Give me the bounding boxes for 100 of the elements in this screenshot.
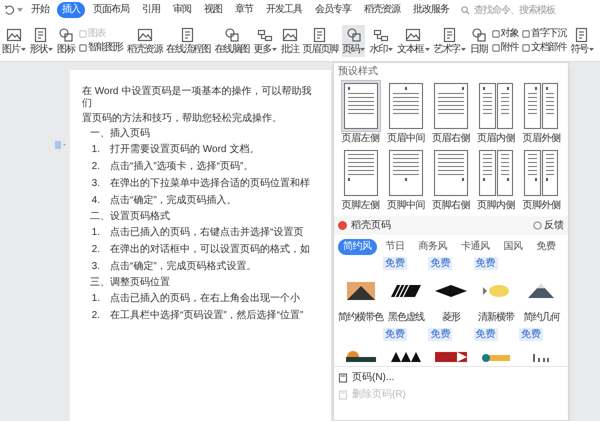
free-badge: 免费 [474, 257, 498, 270]
toolbar-icon [405, 26, 422, 42]
page-number-art-icon [533, 354, 550, 362]
menu-tab[interactable]: 插入 [57, 2, 85, 18]
list-item-text: 打开需要设置页码的 Word 文档。 [110, 144, 260, 156]
list-number: 1. [90, 293, 100, 305]
ribbon-small-button[interactable]: 附件 [492, 42, 518, 52]
undo-icon[interactable] [4, 5, 14, 15]
ribbon-button[interactable]: 图标 [57, 24, 75, 56]
list-number: 3. [90, 178, 100, 190]
template-label: 黑色虚线 [388, 311, 424, 324]
search-icon [461, 6, 470, 14]
page-number-icon [338, 390, 348, 400]
page-number-style-thumbnail[interactable] [340, 80, 381, 132]
menu-tab[interactable]: 审阅 [168, 2, 196, 18]
template-label: 简约横带色 [338, 311, 384, 324]
section-heading: 一、插入页码 [89, 128, 151, 140]
page-number-art-icon [483, 285, 510, 297]
search-field[interactable]: 查找命令、搜索模板 [461, 2, 558, 18]
list-item-text: 在弹出的对话框中，可以设置页码的格式，如 [110, 244, 310, 256]
feedback-button[interactable]: 反馈 [533, 218, 564, 233]
dropdown-arrow-icon[interactable] [17, 8, 23, 12]
free-badge: 免费 [428, 257, 452, 270]
style-label: 页眉内侧 [477, 132, 516, 145]
free-badge: 免费 [383, 257, 408, 270]
template-label: 菱形 [442, 311, 460, 324]
template-label: 简约几何 [523, 311, 560, 324]
style-tab[interactable]: 简约风 [338, 239, 376, 255]
menu-tab[interactable]: 引用 [137, 2, 165, 18]
ribbon-button[interactable]: 页码 [342, 24, 366, 56]
section-title: 稻壳页码 [351, 218, 391, 233]
ribbon-small-button[interactable]: 对象 [492, 28, 518, 38]
paragraph-text: 置页码的方法和技巧，帮助您轻松完成操作。 [82, 113, 283, 125]
ribbon-small-button[interactable]: 文档部件 [522, 42, 566, 52]
style-tab[interactable]: 商务风 [414, 239, 452, 255]
style-label: 页眉右侧 [432, 132, 470, 145]
style-label: 页脚中间 [386, 199, 425, 212]
list-item-text: 点击“确定”，完成页码格式设置。 [110, 261, 257, 273]
list-number: 2. [90, 244, 100, 256]
page-number-art-icon [346, 350, 376, 362]
page-number-art-icon [434, 285, 467, 297]
style-label: 页脚右侧 [432, 199, 470, 212]
ribbon-button[interactable]: 符号 [570, 24, 594, 56]
style-label: 页脚左侧 [342, 199, 380, 212]
toolbar-icon [136, 26, 153, 42]
toolbar-icon [282, 26, 298, 42]
toolbar-icon [6, 26, 22, 42]
page-number-art-icon [434, 352, 467, 362]
ribbon-button[interactable]: 在线脑图 [214, 24, 250, 56]
free-badge: 免费 [518, 328, 543, 341]
list-item-text: 在工具栏中选择“页码设置”，然后选择“位置” [110, 310, 304, 322]
free-badge: 免费 [383, 328, 408, 341]
style-label: 页脚内侧 [477, 199, 516, 212]
menu-tab[interactable]: 稻壳资源 [359, 2, 405, 18]
menu-tab[interactable]: 开发工具 [261, 2, 307, 18]
ribbon-button[interactable]: 文本框 [397, 24, 430, 56]
ribbon-button[interactable]: 批注 [281, 24, 299, 56]
menu-tab[interactable]: 章节 [230, 2, 258, 18]
ribbon-button[interactable]: 稻壳资源 [127, 24, 162, 56]
style-tab[interactable]: 节日 [380, 239, 410, 255]
menu-tab[interactable]: 页面布局 [88, 2, 134, 18]
style-tab[interactable]: 国风 [498, 239, 528, 255]
list-number: 1. [90, 144, 100, 156]
list-number: 1. [90, 227, 100, 239]
list-number: 4. [90, 195, 100, 207]
menu-tab[interactable]: 视图 [199, 2, 227, 18]
page-number-icon [338, 372, 348, 382]
ribbon-small-button[interactable]: 智能图形 [78, 42, 124, 52]
paragraph-text: 在 Word 中设置页码是一项基本的操作，可以帮助我们 [82, 86, 312, 110]
page-number-art-icon [346, 282, 375, 300]
list-item-text: 点击已插入的页码，右键点击并选择“设置页 [110, 227, 304, 239]
toolbar-icon [58, 26, 74, 42]
template-label: 清新横带 [478, 311, 514, 324]
logo-icon [338, 221, 347, 230]
list-item-text: 点击“确定”，完成页码插入。 [110, 195, 237, 207]
toolbar-icon [470, 26, 487, 42]
menu-tab[interactable]: 批改服务 [408, 2, 454, 18]
ribbon-button[interactable]: 日期 [470, 24, 488, 56]
ribbon-button[interactable]: 水印 [369, 24, 394, 56]
toolbar-icon [442, 26, 458, 42]
page-number-art-icon [528, 284, 554, 298]
ribbon-button[interactable]: 页眉页脚 [302, 24, 338, 56]
ribbon-button[interactable]: 更多 [253, 24, 278, 56]
menu-tab[interactable]: 开始 [26, 2, 54, 18]
ribbon-button[interactable]: 艺术字 [434, 24, 466, 56]
page-number-art-icon [482, 354, 510, 362]
list-number: 3. [90, 261, 100, 273]
style-label: 页眉左侧 [342, 132, 380, 145]
ribbon-button[interactable]: 在线流程图 [166, 24, 210, 56]
toolbar-icon [346, 26, 362, 42]
menu-tab[interactable]: 会员专享 [310, 2, 356, 18]
menu-item[interactable]: 页码(N)... [338, 369, 564, 386]
style-tab[interactable]: 免费 [532, 239, 560, 255]
style-label: 页眉中间 [386, 132, 425, 145]
ribbon-button[interactable]: 形状 [30, 24, 54, 56]
style-tab[interactable]: 卡通风 [456, 239, 494, 255]
ribbon-button[interactable]: 图片 [2, 24, 26, 56]
section-title: 预设样式 [338, 65, 378, 78]
page-number-art-icon [390, 285, 421, 297]
ribbon-small-button[interactable]: 首字下沉 [522, 28, 566, 38]
